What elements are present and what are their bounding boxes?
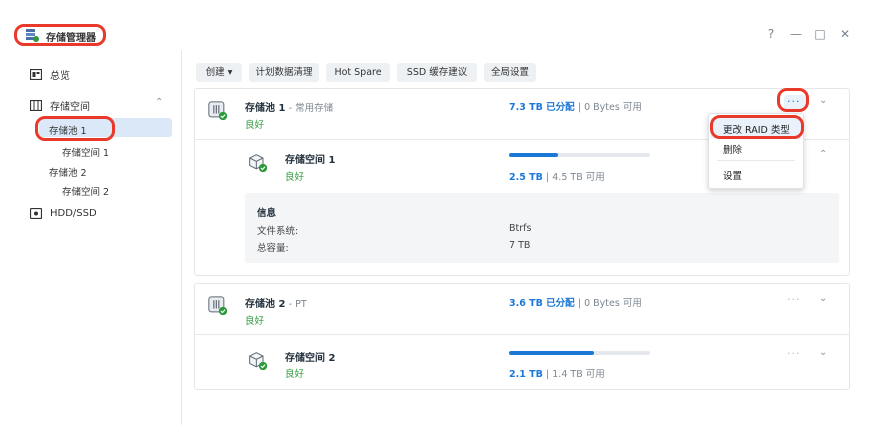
storage-pool-icon <box>208 101 228 121</box>
sidebar-divider <box>181 50 182 425</box>
volume-2-usage: 2.1 TB | 1.4 TB 可用 <box>509 366 605 380</box>
volume-1-usage-bar <box>509 153 650 157</box>
sidebar-item-pool-1[interactable]: 存储池 1 <box>49 123 87 137</box>
sidebar-item-volume-1[interactable]: 存储空间 1 <box>62 145 109 159</box>
sidebar-item-pool-2[interactable]: 存储池 2 <box>49 165 87 179</box>
filesystem-value: Btrfs <box>509 223 532 234</box>
info-title: 信息 <box>257 208 277 219</box>
chevron-down-icon[interactable]: ⌄ <box>819 347 827 358</box>
maximize-button[interactable]: □ <box>813 27 827 41</box>
volume-1-info-panel: 信息 文件系统: Btrfs 总容量: 7 TB <box>245 193 839 263</box>
sidebar-item-storage[interactable]: 存储空间 <box>30 98 90 113</box>
pool-1-allocated: 7.3 TB 已分配 <box>509 102 575 113</box>
divider <box>195 334 849 335</box>
volume-icon <box>249 154 268 173</box>
volume-2-name: 存储空间 2 <box>285 353 336 364</box>
chevron-up-icon[interactable]: ⌃ <box>819 149 827 160</box>
volume-1-name: 存储空间 1 <box>285 155 336 166</box>
app-title: 存储管理器 <box>46 33 96 44</box>
pool-2-more-button[interactable]: ··· <box>787 293 801 306</box>
pool-2-name: 存储池 2 <box>245 299 286 310</box>
pool-1-title: 存储池 1 - 常用存储 <box>245 99 333 114</box>
close-button[interactable]: ✕ <box>838 27 852 41</box>
pool-1-name: 存储池 1 <box>245 103 286 114</box>
pool-2-title: 存储池 2 - PT <box>245 295 307 310</box>
ssd-cache-advisor-button[interactable]: SSD 缓存建议 <box>397 63 477 82</box>
sidebar-item-hdd-label: HDD/SSD <box>50 208 97 219</box>
sidebar-item-storage-label: 存储空间 <box>50 102 90 113</box>
pool-1-available: | 0 Bytes 可用 <box>577 102 642 113</box>
volume-1-status: 良好 <box>285 172 305 183</box>
volume-1-usage-fill <box>509 153 559 157</box>
menu-item-change-raid[interactable]: 更改 RAID 类型 <box>723 122 790 136</box>
chevron-down-icon[interactable]: ⌄ <box>819 95 827 106</box>
sidebar-item-volume-2[interactable]: 存储空间 2 <box>62 184 109 198</box>
hot-spare-button[interactable]: Hot Spare <box>326 63 390 82</box>
volume-1-available: | 4.5 TB 可用 <box>546 172 605 183</box>
help-button[interactable]: ? <box>764 27 778 41</box>
volume-2-status: 良好 <box>285 369 305 380</box>
capacity-value: 7 TB <box>509 240 531 251</box>
sidebar-item-overview[interactable]: 总览 <box>30 67 70 82</box>
volume-2-more-button[interactable]: ··· <box>787 347 801 360</box>
volume-icon <box>249 352 268 371</box>
volume-2-usage-fill <box>509 351 594 355</box>
chevron-down-icon[interactable]: ⌄ <box>819 293 827 304</box>
chevron-up-icon[interactable]: ⌃ <box>155 97 163 108</box>
filesystem-label: 文件系统: <box>257 226 299 237</box>
global-settings-button[interactable]: 全局设置 <box>484 63 536 82</box>
pool-1-more-button[interactable]: ··· <box>787 95 801 108</box>
pool-2-desc: - PT <box>288 299 307 310</box>
pool-2-available: | 0 Bytes 可用 <box>577 298 642 309</box>
sidebar-item-hdd-ssd[interactable]: HDD/SSD <box>30 208 97 219</box>
storage-manager-app-icon <box>26 29 39 42</box>
minimize-button[interactable]: — <box>789 27 803 41</box>
pool-2-status: 良好 <box>245 316 265 327</box>
context-menu: 更改 RAID 类型 删除 设置 <box>708 113 804 189</box>
pool-2-usage: 3.6 TB 已分配 | 0 Bytes 可用 <box>509 295 642 309</box>
pool-1-status: 良好 <box>245 120 265 131</box>
storage-icon <box>30 100 42 111</box>
volume-2-used: 2.1 TB <box>509 369 543 380</box>
pool-1-desc: - 常用存储 <box>288 103 334 114</box>
volume-1-usage: 2.5 TB | 4.5 TB 可用 <box>509 169 605 183</box>
schedule-scrub-button[interactable]: 计划数据清理 <box>249 63 319 82</box>
volume-2-available: | 1.4 TB 可用 <box>546 369 605 380</box>
create-button[interactable]: 创建 ▾ <box>196 63 242 82</box>
disk-icon <box>30 208 42 219</box>
overview-icon <box>30 69 42 80</box>
menu-item-settings[interactable]: 设置 <box>723 168 742 182</box>
storage-pool-2-card: 存储池 2 - PT 良好 3.6 TB 已分配 | 0 Bytes 可用 ··… <box>194 283 850 390</box>
volume-1-used: 2.5 TB <box>509 172 543 183</box>
menu-item-delete[interactable]: 删除 <box>723 142 742 156</box>
storage-pool-icon <box>208 296 228 316</box>
pool-2-allocated: 3.6 TB 已分配 <box>509 298 575 309</box>
capacity-label: 总容量: <box>257 243 289 254</box>
pool-1-usage: 7.3 TB 已分配 | 0 Bytes 可用 <box>509 99 642 113</box>
sidebar-item-overview-label: 总览 <box>50 71 70 82</box>
volume-2-usage-bar <box>509 351 650 355</box>
